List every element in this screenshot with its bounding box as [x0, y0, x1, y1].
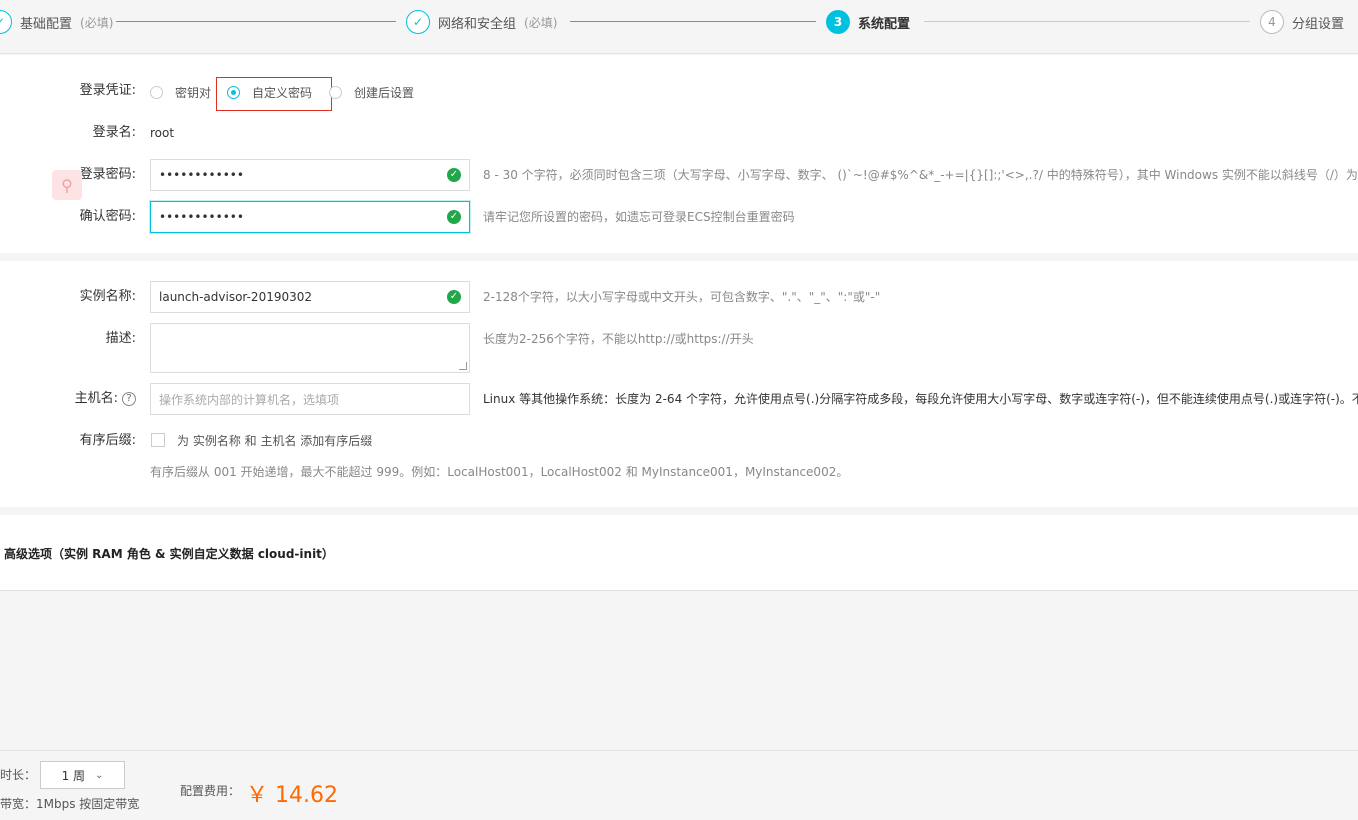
- check-icon: ✓: [406, 10, 430, 34]
- valid-check-icon: ✓: [447, 290, 461, 304]
- duration-label: 时长：: [0, 768, 37, 782]
- chevron-down-icon: ⌄: [95, 769, 104, 781]
- wizard-steps: ✓ 基础配置 (必填) ✓ 网络和安全组 (必填) 3 系统配置 4 分组设置: [0, 0, 1358, 54]
- price-value: ￥ 14.62: [246, 783, 338, 808]
- resize-grip-icon[interactable]: [459, 362, 467, 370]
- instance-name-input[interactable]: launch-advisor-20190302 ✓: [150, 281, 470, 313]
- instance-name-label: 实例名称:: [79, 289, 136, 304]
- step-group[interactable]: 4 分组设置: [1260, 10, 1344, 34]
- radio-label: 密钥对: [175, 86, 212, 100]
- duration-select[interactable]: 1 周 ⌄: [40, 761, 125, 789]
- step-required: (必填): [80, 15, 114, 30]
- radio-set-later[interactable]: 创建后设置: [329, 84, 414, 101]
- password-input[interactable]: •••••••••••• ✓: [150, 159, 470, 191]
- help-icon[interactable]: ?: [122, 391, 136, 406]
- hostname-input[interactable]: 操作系统内部的计算机名，选填项: [150, 383, 470, 415]
- description-label: 描述:: [105, 331, 136, 346]
- suffix-note: 有序后缀从 001 开始递增，最大不能超过 999。例如：LocalHost00…: [150, 465, 849, 479]
- highlight-box: [216, 77, 332, 111]
- valid-check-icon: ✓: [447, 168, 461, 182]
- search-icon[interactable]: ⚲: [52, 170, 82, 200]
- step-connector: [116, 21, 396, 22]
- step-network[interactable]: ✓ 网络和安全组 (必填): [406, 10, 557, 34]
- username-label: 登录名:: [92, 125, 136, 140]
- credential-label: 登录凭证:: [79, 83, 136, 98]
- radio-label: 创建后设置: [354, 86, 415, 100]
- footer-bar: 时长： 1 周 ⌄ 带宽：1Mbps 按固定带宽 配置费用： ￥ 14.62: [0, 750, 1358, 820]
- hostname-label: 主机名:?: [0, 389, 136, 409]
- hostname-placeholder: 操作系统内部的计算机名，选填项: [159, 392, 340, 407]
- step-system[interactable]: 3 系统配置: [826, 10, 910, 34]
- step-number: 4: [1260, 10, 1284, 34]
- radio-keypair[interactable]: 密钥对: [150, 84, 211, 101]
- step-required: (必填): [524, 15, 558, 30]
- suffix-label: 有序后缀:: [79, 433, 136, 448]
- instance-name-hint: 2-128个字符，以大小写字母或中文开头，可包含数字、"."、"_"、":"或"…: [483, 290, 881, 304]
- confirm-password-hint: 请牢记您所设置的密码，如遗忘可登录ECS控制台重置密码: [483, 210, 795, 224]
- step-label: 基础配置: [20, 16, 73, 32]
- step-number: 3: [826, 10, 850, 34]
- password-mask: ••••••••••••: [159, 210, 244, 224]
- advanced-panel: 高级选项（实例 RAM 角色 & 实例自定义数据 cloud-init）: [0, 515, 1358, 591]
- step-label: 网络和安全组: [438, 16, 517, 32]
- confirm-password-input[interactable]: •••••••••••• ✓: [150, 201, 470, 233]
- check-icon: ✓: [0, 10, 12, 34]
- username-value: root: [150, 126, 175, 140]
- suffix-checkbox-label: 为 实例名称 和 主机名 添加有序后缀: [177, 434, 373, 448]
- hostname-label-text: 主机名:: [74, 391, 118, 406]
- valid-check-icon: ✓: [447, 210, 461, 224]
- advanced-options-toggle[interactable]: 高级选项（实例 RAM 角色 & 实例自定义数据 cloud-init）: [4, 545, 334, 562]
- bandwidth-text: 带宽：1Mbps 按固定带宽: [0, 797, 140, 811]
- step-connector: [570, 21, 816, 22]
- hostname-hint: Linux 等其他操作系统：长度为 2-64 个字符，允许使用点号(.)分隔字符…: [483, 389, 1358, 409]
- radio-circle: [329, 86, 342, 99]
- instance-name-value: launch-advisor-20190302: [159, 290, 313, 304]
- step-connector: [924, 21, 1250, 22]
- hostname-hint-text: 长度为 2-64 个字符，允许使用点号(.)分隔字符成多段，每段允许使用大小写字…: [615, 392, 1358, 406]
- duration-value: 1 周: [61, 768, 86, 783]
- cost-label: 配置费用：: [180, 784, 241, 798]
- radio-circle: [150, 86, 163, 99]
- step-label: 分组设置: [1292, 16, 1345, 32]
- description-textarea[interactable]: [150, 323, 470, 373]
- password-hint: 8 - 30 个字符，必须同时包含三项（大写字母、小写字母、数字、 ()`~!@…: [483, 168, 1358, 182]
- hostname-hint-os: Linux 等其他操作系统：: [483, 392, 616, 406]
- suffix-checkbox[interactable]: [151, 433, 165, 447]
- step-label: 系统配置: [858, 16, 911, 32]
- description-hint: 长度为2-256个字符，不能以http://或https://开头: [483, 332, 754, 346]
- confirm-password-label: 确认密码:: [79, 209, 136, 224]
- step-basic[interactable]: ✓ 基础配置 (必填): [0, 10, 113, 34]
- login-panel: 登录凭证: 密钥对 自定义密码 创建后设置 登录名: root 登录密码: ••…: [0, 55, 1358, 253]
- password-mask: ••••••••••••: [159, 168, 244, 182]
- instance-panel: 实例名称: launch-advisor-20190302 ✓ 2-128个字符…: [0, 261, 1358, 507]
